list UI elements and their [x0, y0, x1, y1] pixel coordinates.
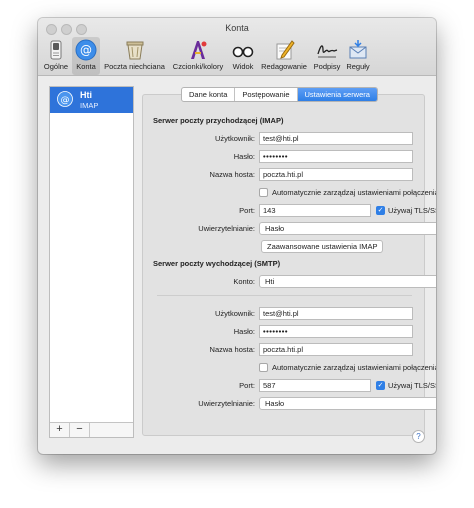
toolbar-composing[interactable]: Redagowanie	[259, 37, 309, 75]
window-title: Konta	[225, 23, 249, 33]
toolbar-label: Konta	[76, 62, 96, 71]
toolbar-general[interactable]: Ogólne	[41, 37, 71, 75]
signature-icon	[317, 45, 338, 58]
incoming-password-label: Hasło:	[233, 152, 255, 161]
incoming-auth-label: Uwierzytelnianie:	[198, 224, 255, 233]
preferences-window: Konta Ogólne @ Konta Poczta niechciana C…	[38, 18, 436, 454]
toolbar-rules[interactable]: Reguły	[344, 37, 372, 75]
incoming-tls-checkbox[interactable]: ✓	[376, 206, 385, 215]
incoming-host-label: Nazwa hosta:	[209, 170, 255, 179]
account-name: Hti	[80, 90, 92, 100]
outgoing-password-field[interactable]: ••••••••	[259, 325, 413, 338]
toolbar-label: Podpisy	[313, 62, 341, 71]
incoming-auto-manage-label: Automatycznie zarządzaj ustawieniami poł…	[272, 188, 436, 197]
tab-server-settings[interactable]: Ustawienia serwera	[297, 88, 377, 101]
add-account-button[interactable]: +	[50, 423, 70, 437]
toolbar-view[interactable]: Widok	[228, 37, 258, 75]
remove-account-button[interactable]: −	[70, 423, 90, 437]
toolbar-label: Czcionki/kolory	[172, 62, 224, 71]
toolbar-label: Ogólne	[43, 62, 69, 71]
incoming-port-label: Port:	[239, 206, 255, 215]
outgoing-username-field[interactable]: test@hti.pl	[259, 307, 413, 320]
tab-behavior[interactable]: Postępowanie	[235, 88, 298, 101]
switch-icon	[50, 40, 62, 60]
toolbar-label: Widok	[232, 62, 254, 71]
glasses-icon	[232, 46, 254, 58]
outgoing-auth-value: Hasło	[265, 399, 285, 408]
incoming-auto-manage-checkbox[interactable]	[259, 188, 268, 197]
toolbar-label: Redagowanie	[261, 62, 307, 71]
pencil-icon	[276, 40, 295, 60]
outgoing-host-label: Nazwa hosta:	[209, 345, 255, 354]
junk-trash-icon	[126, 41, 143, 60]
outgoing-host-field[interactable]: poczta.hti.pl	[259, 343, 413, 356]
help-button[interactable]: ?	[412, 430, 425, 443]
incoming-host-field[interactable]: poczta.hti.pl	[259, 168, 413, 181]
outgoing-auth-label: Uwierzytelnianie:	[198, 399, 255, 408]
incoming-section-title: Serwer poczty przychodzącej (IMAP)	[153, 116, 284, 125]
toolbar-accounts[interactable]: @ Konta	[72, 37, 100, 75]
outgoing-port-label: Port:	[239, 381, 255, 390]
svg-text:@: @	[61, 96, 70, 106]
outgoing-auto-manage-label: Automatycznie zarządzaj ustawieniami poł…	[272, 363, 436, 372]
outgoing-auth-select[interactable]: Hasło ▲▼	[259, 397, 436, 410]
incoming-tls-label: Używaj TLS/SSL	[388, 206, 436, 215]
outgoing-auto-manage-checkbox[interactable]	[259, 363, 268, 372]
incoming-username-field[interactable]: test@hti.pl	[259, 132, 413, 145]
section-divider	[157, 295, 412, 296]
outgoing-port-field[interactable]: 587	[259, 379, 371, 392]
svg-text:@: @	[80, 43, 92, 57]
incoming-auth-select[interactable]: Hasło ▲▼	[259, 222, 436, 235]
outgoing-account-value: Hti	[265, 277, 275, 286]
incoming-username-label: Użytkownik:	[214, 134, 255, 143]
outgoing-password-label: Hasło:	[233, 327, 255, 336]
account-type: IMAP	[80, 101, 99, 110]
incoming-port-field[interactable]: 143	[259, 204, 371, 217]
outgoing-section-title: Serwer poczty wychodzącej (SMTP)	[153, 259, 281, 268]
tab-account-info[interactable]: Dane konta	[182, 88, 236, 101]
settings-tabs: Dane konta Postępowanie Ustawienia serwe…	[181, 87, 378, 102]
toolbar-junk-mail[interactable]: Poczta niechciana	[101, 37, 168, 75]
outgoing-username-label: Użytkownik:	[214, 309, 255, 318]
account-row-hti[interactable]: @ Hti IMAP	[50, 87, 133, 113]
at-sign-icon: @	[57, 91, 73, 107]
toolbar-label: Poczta niechciana	[104, 62, 165, 71]
advanced-imap-button[interactable]: Zaawansowane ustawienia IMAP	[261, 240, 384, 253]
toolbar-label: Reguły	[346, 62, 370, 71]
outgoing-account-select[interactable]: Hti ▲▼	[259, 275, 436, 288]
font-color-icon	[191, 41, 207, 59]
sidebar-toolbar: + −	[50, 422, 133, 437]
at-sign-icon: @	[75, 39, 97, 61]
outgoing-tls-label: Używaj TLS/SSL	[388, 381, 436, 390]
outgoing-account-label: Konto:	[233, 277, 255, 286]
rules-envelope-icon	[349, 40, 367, 59]
incoming-auth-value: Hasło	[265, 224, 285, 233]
accounts-list: @ Hti IMAP + −	[49, 86, 134, 438]
incoming-password-field[interactable]: ••••••••	[259, 150, 413, 163]
titlebar: Konta Ogólne @ Konta Poczta niechciana C…	[38, 18, 436, 76]
outgoing-tls-checkbox[interactable]: ✓	[376, 381, 385, 390]
toolbar-fonts-colors[interactable]: Czcionki/kolory	[169, 37, 227, 75]
server-settings-panel: Serwer poczty przychodzącej (IMAP) Użytk…	[142, 94, 436, 436]
toolbar-signatures[interactable]: Podpisy	[310, 37, 344, 75]
